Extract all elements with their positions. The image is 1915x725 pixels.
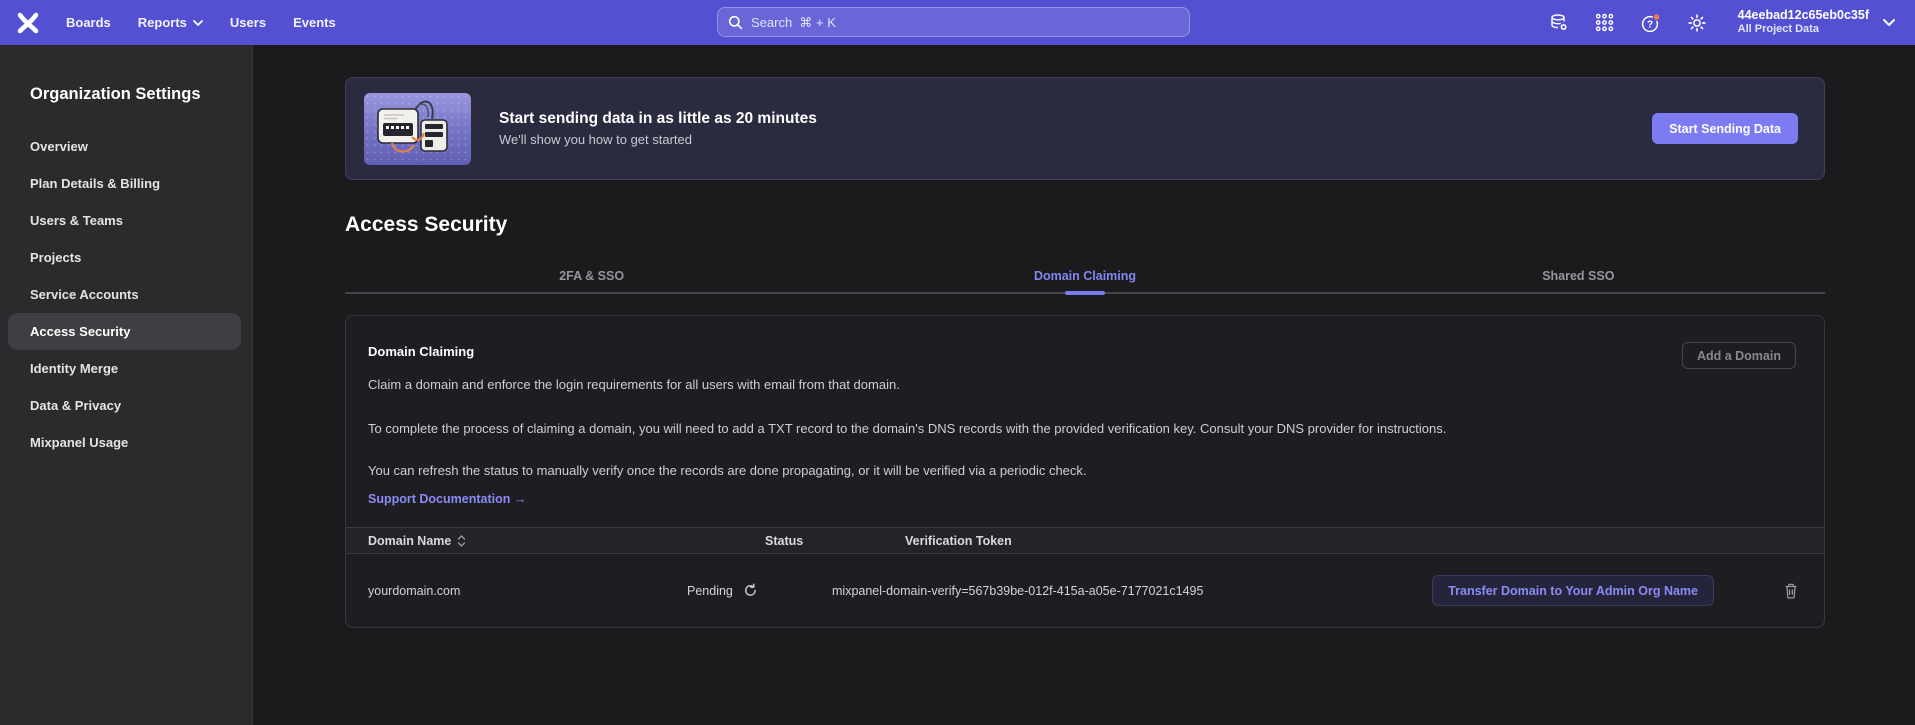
search-icon xyxy=(728,15,743,30)
banner-text: Start sending data in as little as 20 mi… xyxy=(499,110,817,147)
refresh-icon[interactable] xyxy=(743,583,758,598)
tab-2fa-sso[interactable]: 2FA & SSO xyxy=(345,269,838,292)
table-row: yourdomain.com Pending mixpanel-domain-v… xyxy=(346,554,1824,627)
header-status: Status xyxy=(687,534,832,548)
sort-icon[interactable] xyxy=(457,535,466,547)
account-info: 44eebad12c65eb0c35f All Project Data xyxy=(1738,8,1869,37)
delete-domain-button[interactable] xyxy=(1784,583,1798,599)
cell-domain-name: yourdomain.com xyxy=(346,584,687,598)
card-paragraph: To complete the process of claiming a do… xyxy=(368,418,1698,440)
chevron-down-icon xyxy=(193,20,203,26)
global-search[interactable] xyxy=(717,7,1190,37)
mixpanel-logo-icon[interactable] xyxy=(14,9,42,37)
settings-sidebar: Organization Settings Overview Plan Deta… xyxy=(0,45,253,725)
nav-label: Users xyxy=(230,15,266,30)
sidebar-item-overview[interactable]: Overview xyxy=(8,128,241,165)
navbar-right: ? 44eebad12c65eb0c35f All Project Data xyxy=(1548,8,1895,37)
header-label: Domain Name xyxy=(368,534,451,548)
onboarding-banner: Start sending data in as little as 20 mi… xyxy=(345,77,1825,180)
trash-icon xyxy=(1784,583,1798,599)
search-input[interactable] xyxy=(751,15,1179,30)
card-paragraph: Claim a domain and enforce the login req… xyxy=(368,375,1698,394)
account-switcher[interactable]: 44eebad12c65eb0c35f All Project Data xyxy=(1738,8,1895,37)
banner-title: Start sending data in as little as 20 mi… xyxy=(499,110,817,128)
banner-subtitle: We'll show you how to get started xyxy=(499,132,817,147)
security-tabs: 2FA & SSO Domain Claiming Shared SSO xyxy=(345,269,1825,294)
banner-illustration xyxy=(364,93,471,165)
header-domain-name: Domain Name xyxy=(346,534,687,548)
start-sending-data-button[interactable]: Start Sending Data xyxy=(1652,113,1798,144)
apps-grid-icon[interactable] xyxy=(1594,12,1616,34)
top-navbar: Boards Reports Users Events xyxy=(0,0,1915,45)
sidebar-item-plan-details-billing[interactable]: Plan Details & Billing xyxy=(8,165,241,202)
nav-item-users[interactable]: Users xyxy=(230,15,266,30)
chevron-down-icon xyxy=(1883,19,1895,26)
domain-claiming-card: Add a Domain Domain Claiming Claim a dom… xyxy=(345,315,1825,628)
table-header-row: Domain Name Status Verification Token xyxy=(346,527,1824,554)
cell-actions: Transfer Domain to Your Admin Org Name xyxy=(1344,575,1824,606)
add-domain-button[interactable]: Add a Domain xyxy=(1682,342,1796,369)
header-verification-token: Verification Token xyxy=(832,534,1344,548)
org-id: 44eebad12c65eb0c35f xyxy=(1738,8,1869,24)
main-nav: Boards Reports Users Events xyxy=(66,15,336,30)
nav-label: Reports xyxy=(138,15,187,30)
sidebar-title: Organization Settings xyxy=(0,85,252,104)
sidebar-item-mixpanel-usage[interactable]: Mixpanel Usage xyxy=(8,424,241,461)
nav-item-events[interactable]: Events xyxy=(293,15,336,30)
status-badge: Pending xyxy=(687,584,733,598)
svg-text:?: ? xyxy=(1647,19,1653,30)
data-management-icon[interactable] xyxy=(1548,12,1570,34)
tab-domain-claiming[interactable]: Domain Claiming xyxy=(838,269,1331,292)
cell-status: Pending xyxy=(687,583,832,598)
cell-verification-token: mixpanel-domain-verify=567b39be-012f-415… xyxy=(832,584,1344,598)
sidebar-item-service-accounts[interactable]: Service Accounts xyxy=(8,276,241,313)
sidebar-item-identity-merge[interactable]: Identity Merge xyxy=(8,350,241,387)
project-name: All Project Data xyxy=(1738,23,1869,37)
transfer-domain-button[interactable]: Transfer Domain to Your Admin Org Name xyxy=(1432,575,1714,606)
nav-label: Boards xyxy=(66,15,111,30)
gear-icon[interactable] xyxy=(1686,12,1708,34)
sidebar-item-projects[interactable]: Projects xyxy=(8,239,241,276)
card-paragraph: You can refresh the status to manually v… xyxy=(368,460,1698,482)
domains-table: Domain Name Status Verification Token yo… xyxy=(346,527,1824,627)
nav-item-boards[interactable]: Boards xyxy=(66,15,111,30)
sidebar-item-users-teams[interactable]: Users & Teams xyxy=(8,202,241,239)
support-documentation-link[interactable]: Support Documentation → xyxy=(368,490,526,509)
main-content: Start sending data in as little as 20 mi… xyxy=(253,45,1915,725)
help-icon[interactable]: ? xyxy=(1640,12,1662,34)
sidebar-item-access-security[interactable]: Access Security xyxy=(8,313,241,350)
card-title: Domain Claiming xyxy=(368,342,1802,361)
nav-item-reports[interactable]: Reports xyxy=(138,15,203,30)
nav-label: Events xyxy=(293,15,336,30)
sidebar-item-data-privacy[interactable]: Data & Privacy xyxy=(8,387,241,424)
page-title: Access Security xyxy=(345,213,1825,237)
tab-shared-sso[interactable]: Shared SSO xyxy=(1332,269,1825,292)
